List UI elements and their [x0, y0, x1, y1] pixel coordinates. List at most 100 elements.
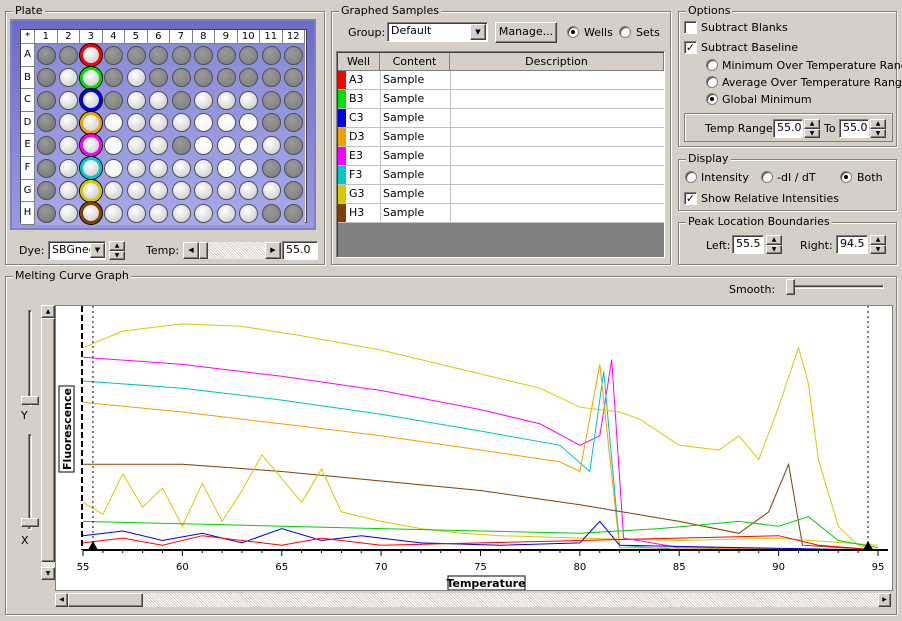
- plate-well[interactable]: [126, 203, 146, 223]
- plate-well[interactable]: [104, 45, 123, 65]
- spin-down-icon[interactable]: ▼: [766, 244, 782, 254]
- plate-well[interactable]: [80, 179, 102, 202]
- wells-radio[interactable]: [567, 26, 579, 38]
- avg-over-label[interactable]: Average Over Temperature Range: [722, 76, 902, 89]
- plate-corner[interactable]: *: [21, 30, 35, 44]
- temp-range-to-field[interactable]: 55.0: [839, 119, 869, 138]
- table-row[interactable]: D3 Sample: [338, 128, 664, 147]
- plate-well[interactable]: [239, 45, 258, 65]
- plate-well[interactable]: [261, 181, 281, 201]
- both-radio[interactable]: [840, 171, 852, 183]
- plate-well[interactable]: [261, 68, 281, 88]
- col-header-well[interactable]: Well: [338, 53, 380, 71]
- temp-slider[interactable]: ◀ ▶: [183, 242, 281, 259]
- intensity-label[interactable]: Intensity: [701, 171, 749, 184]
- plate-well[interactable]: [284, 68, 303, 88]
- subtract-blanks-checkbox[interactable]: [684, 21, 697, 34]
- y-slider-thumb[interactable]: [21, 396, 39, 405]
- plate-well[interactable]: [126, 158, 146, 178]
- spin-down-icon[interactable]: ▼: [870, 244, 886, 254]
- plate-well[interactable]: [36, 113, 56, 133]
- plate-well[interactable]: [194, 90, 213, 110]
- plate-well[interactable]: [239, 203, 258, 223]
- plate-well[interactable]: [171, 90, 191, 110]
- plate-well[interactable]: [36, 181, 56, 201]
- plate-well[interactable]: [126, 68, 146, 88]
- subtract-baseline-label[interactable]: Subtract Baseline: [701, 41, 798, 54]
- table-row[interactable]: A3 Sample: [338, 71, 664, 90]
- plate-row-header[interactable]: E: [21, 134, 35, 157]
- x-zoom-slider[interactable]: [18, 432, 42, 532]
- plate-well[interactable]: [216, 135, 236, 155]
- temp-slider-left-arrow-icon[interactable]: ◀: [183, 242, 199, 259]
- plate-well[interactable]: [171, 203, 191, 223]
- plate-well[interactable]: [284, 181, 303, 201]
- plate-well[interactable]: [104, 181, 123, 201]
- plate-well[interactable]: [194, 45, 213, 65]
- plate-row-header[interactable]: C: [21, 89, 35, 112]
- graph-horizontal-scrollbar[interactable]: ◀ ▶: [55, 593, 891, 607]
- plate-well[interactable]: [216, 203, 236, 223]
- plate-column-header[interactable]: 3: [80, 30, 103, 44]
- plate-row-header[interactable]: G: [21, 179, 35, 203]
- plate-well[interactable]: [216, 113, 236, 133]
- plate-well[interactable]: [194, 203, 213, 223]
- plate-well[interactable]: [36, 203, 56, 223]
- plate-well[interactable]: [80, 44, 102, 66]
- plate-well[interactable]: [239, 135, 258, 155]
- temp-range-from-field[interactable]: 55.0: [773, 119, 803, 138]
- group-dropdown-arrow-icon[interactable]: ▼: [470, 24, 486, 40]
- plate-column-header[interactable]: 1: [35, 30, 58, 44]
- plate-well[interactable]: [149, 68, 168, 88]
- plate-well[interactable]: [239, 158, 258, 178]
- min-over-radio[interactable]: [706, 59, 718, 71]
- show-relative-checkbox[interactable]: ✓: [684, 192, 697, 205]
- both-label[interactable]: Both: [857, 171, 883, 184]
- horizontal-scroll-thumb[interactable]: [68, 593, 143, 607]
- plate-column-header[interactable]: 9: [215, 30, 238, 44]
- temp-range-from-spinner[interactable]: ▲ ▼: [804, 119, 820, 138]
- plate-well[interactable]: [36, 68, 56, 88]
- plate-well[interactable]: [171, 68, 191, 88]
- peak-right-spinner[interactable]: ▲ ▼: [870, 235, 886, 254]
- plate-well[interactable]: [284, 203, 303, 223]
- intensity-radio[interactable]: [685, 171, 697, 183]
- plate-well[interactable]: [216, 90, 236, 110]
- plate-well[interactable]: [104, 68, 123, 88]
- spin-up-icon[interactable]: ▲: [870, 119, 886, 129]
- plate-row-header[interactable]: D: [21, 111, 35, 135]
- plate-well[interactable]: [284, 135, 303, 155]
- plate-well[interactable]: [284, 158, 303, 178]
- plate-well[interactable]: [126, 90, 146, 110]
- graph-vertical-scrollbar[interactable]: ▲ ▼: [41, 305, 55, 580]
- plate-well[interactable]: [59, 203, 78, 223]
- temp-slider-right-arrow-icon[interactable]: ▶: [265, 242, 281, 259]
- plate-well[interactable]: [126, 45, 146, 65]
- plate-well[interactable]: [261, 203, 281, 223]
- y-zoom-slider[interactable]: [18, 308, 42, 408]
- spin-up-icon[interactable]: ▲: [766, 235, 782, 245]
- peak-left-spinner[interactable]: ▲ ▼: [766, 235, 782, 254]
- spin-up-icon[interactable]: ▲: [109, 241, 125, 251]
- plate-row-header[interactable]: A: [21, 44, 35, 67]
- plate-column-header[interactable]: 12: [282, 30, 305, 44]
- plate-well[interactable]: [171, 113, 191, 133]
- table-row[interactable]: G3 Sample: [338, 185, 664, 204]
- plate-well[interactable]: [239, 181, 258, 201]
- plate-row-header[interactable]: B: [21, 66, 35, 90]
- plate-well[interactable]: [261, 45, 281, 65]
- plate-row-header[interactable]: F: [21, 157, 35, 180]
- wells-radio-label[interactable]: Wells: [584, 26, 613, 39]
- plate-well[interactable]: [261, 135, 281, 155]
- plate-well[interactable]: [80, 157, 102, 179]
- plate-column-header[interactable]: 2: [57, 30, 80, 44]
- dl-dt-radio[interactable]: [761, 171, 773, 183]
- plate-well[interactable]: [216, 68, 236, 88]
- plate-well[interactable]: [104, 135, 123, 155]
- plate-row-header[interactable]: H: [21, 202, 35, 225]
- plate-well[interactable]: [171, 135, 191, 155]
- plate-well[interactable]: [80, 66, 102, 89]
- plate-well[interactable]: [216, 45, 236, 65]
- plate-well[interactable]: [36, 135, 56, 155]
- dye-spinner[interactable]: ▲ ▼: [109, 241, 125, 260]
